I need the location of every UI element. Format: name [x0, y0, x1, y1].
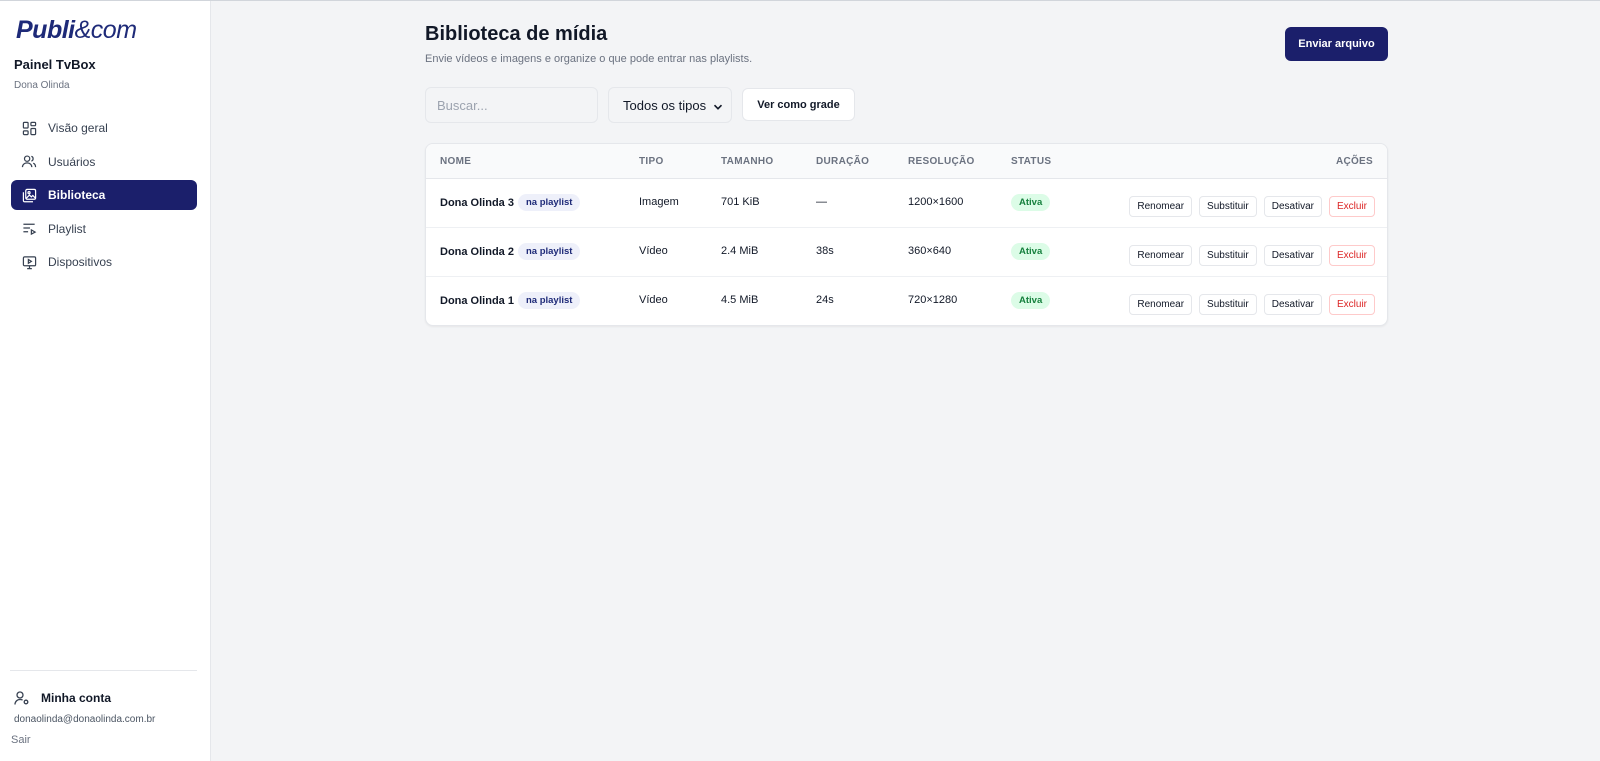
- sidebar-item-visao-geral[interactable]: Visão geral: [11, 113, 197, 143]
- row-actions: Renomear Substituir Desativar Excluir: [1129, 196, 1375, 217]
- deactivate-button[interactable]: Desativar: [1263, 294, 1322, 315]
- column-header-resolution[interactable]: RESOLUÇÃO: [908, 156, 975, 167]
- sidebar-nav: Visão geral Usuários Biblioteca Playlist…: [11, 113, 197, 281]
- media-name: Dona Olinda 1: [440, 294, 514, 307]
- delete-button[interactable]: Excluir: [1328, 245, 1375, 266]
- media-type: Vídeo: [639, 294, 668, 306]
- panel-title: Painel TvBox: [14, 57, 96, 72]
- panel-subtitle: Dona Olinda: [14, 80, 70, 91]
- type-filter-select[interactable]: Todos os tipos: [608, 87, 732, 123]
- status-badge: Ativa: [1011, 292, 1051, 309]
- media-duration: 38s: [816, 245, 834, 257]
- in-playlist-badge: na playlist: [517, 243, 581, 260]
- media-name: Dona Olinda 2: [440, 245, 514, 258]
- row-actions: Renomear Substituir Desativar Excluir: [1129, 294, 1375, 315]
- media-size: 701 KiB: [721, 196, 760, 208]
- type-filter-value: Todos os tipos: [623, 97, 707, 113]
- in-playlist-badge: na playlist: [517, 292, 581, 309]
- users-icon: [21, 154, 37, 170]
- sidebar-item-label: Visão geral: [48, 121, 108, 135]
- media-name-cell: Dona Olinda 2 na playlist: [440, 243, 581, 260]
- media-resolution: 720×1280: [908, 294, 958, 306]
- status-badge: Ativa: [1011, 243, 1051, 260]
- sidebar-item-label: Biblioteca: [48, 188, 106, 202]
- replace-button[interactable]: Substituir: [1199, 245, 1257, 266]
- media-type: Vídeo: [639, 245, 668, 257]
- sidebar-divider: [10, 670, 197, 671]
- user-settings-icon: [14, 690, 30, 706]
- sidebar-item-playlist[interactable]: Playlist: [11, 214, 197, 244]
- sidebar-item-label: Usuários: [48, 154, 96, 169]
- media-duration: —: [816, 196, 827, 208]
- media-name-cell: Dona Olinda 1 na playlist: [440, 292, 581, 309]
- top-border: [0, 0, 1600, 1]
- chevron-down-icon: [713, 100, 723, 110]
- column-header-name[interactable]: NOME: [440, 156, 471, 167]
- column-header-duration[interactable]: DURAÇÃO: [816, 156, 869, 167]
- upload-file-button[interactable]: Enviar arquivo: [1285, 27, 1388, 61]
- table-row: Dona Olinda 2 na playlist Vídeo 2.4 MiB …: [426, 228, 1387, 277]
- media-duration: 24s: [816, 294, 834, 306]
- media-size: 2.4 MiB: [721, 245, 759, 257]
- page-subtitle: Envie vídeos e imagens e organize o que …: [425, 53, 753, 65]
- playlist-icon: [21, 221, 37, 237]
- account-link[interactable]: Minha conta: [14, 690, 111, 706]
- table-row: Dona Olinda 1 na playlist Vídeo 4.5 MiB …: [426, 277, 1387, 325]
- logout-link[interactable]: Sair: [11, 734, 31, 746]
- page-title: Biblioteca de mídia: [425, 23, 608, 45]
- sidebar: Publi&com Painel TvBox Dona Olinda Visão…: [0, 1, 211, 761]
- media-table: NOME TIPO TAMANHO DURAÇÃO RESOLUÇÃO STAT…: [425, 143, 1388, 326]
- search-input[interactable]: [425, 87, 598, 123]
- media-type: Imagem: [639, 196, 679, 208]
- row-actions: Renomear Substituir Desativar Excluir: [1129, 245, 1375, 266]
- account-label: Minha conta: [41, 691, 112, 705]
- deactivate-button[interactable]: Desativar: [1263, 245, 1322, 266]
- media-name-cell: Dona Olinda 3 na playlist: [440, 194, 581, 211]
- rename-button[interactable]: Renomear: [1129, 245, 1193, 266]
- sidebar-item-label: Playlist: [48, 221, 87, 236]
- monitor-play-icon: [21, 254, 37, 270]
- sidebar-item-biblioteca[interactable]: Biblioteca: [11, 180, 197, 210]
- column-header-status[interactable]: STATUS: [1011, 156, 1051, 167]
- media-name: Dona Olinda 3: [440, 196, 514, 209]
- rename-button[interactable]: Renomear: [1129, 196, 1193, 217]
- deactivate-button[interactable]: Desativar: [1263, 196, 1322, 217]
- view-as-grid-button[interactable]: Ver como grade: [742, 88, 855, 121]
- delete-button[interactable]: Excluir: [1328, 294, 1375, 315]
- media-size: 4.5 MiB: [721, 294, 759, 306]
- rename-button[interactable]: Renomear: [1129, 294, 1193, 315]
- column-header-size[interactable]: TAMANHO: [721, 156, 773, 167]
- column-header-type[interactable]: TIPO: [639, 156, 664, 167]
- replace-button[interactable]: Substituir: [1199, 196, 1257, 217]
- in-playlist-badge: na playlist: [517, 194, 581, 211]
- table-row: Dona Olinda 3 na playlist Imagem 701 KiB…: [426, 179, 1387, 228]
- media-resolution: 1200×1600: [908, 196, 964, 208]
- status-badge: Ativa: [1011, 194, 1051, 211]
- sidebar-item-label: Dispositivos: [48, 255, 113, 269]
- media-resolution: 360×640: [908, 245, 952, 257]
- media-library-icon: [21, 187, 37, 203]
- sidebar-item-dispositivos[interactable]: Dispositivos: [11, 247, 197, 277]
- brand-logo[interactable]: Publi&com: [16, 15, 137, 45]
- dashboard-grid-icon: [21, 120, 37, 136]
- replace-button[interactable]: Substituir: [1199, 294, 1257, 315]
- column-header-actions: AÇÕES: [1335, 156, 1373, 167]
- account-email: donaolinda@donaolinda.com.br: [14, 714, 156, 725]
- delete-button[interactable]: Excluir: [1328, 196, 1375, 217]
- sidebar-item-usuarios[interactable]: Usuários: [11, 147, 197, 177]
- table-header: NOME TIPO TAMANHO DURAÇÃO RESOLUÇÃO STAT…: [426, 144, 1387, 179]
